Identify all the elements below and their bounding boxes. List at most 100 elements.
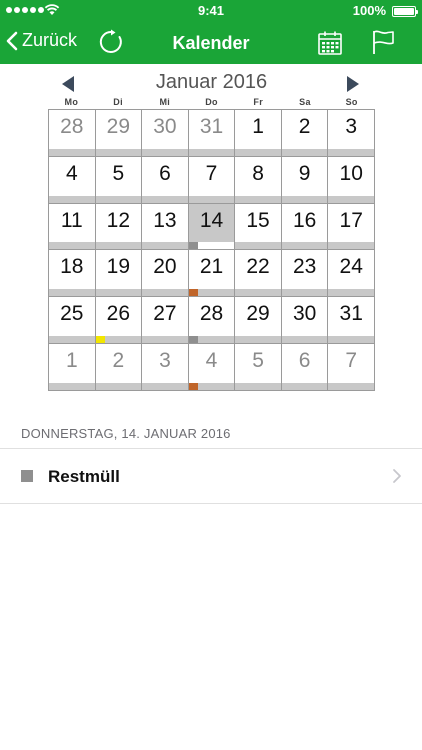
weekday-header-row: Mo Di Mi Do Fr Sa So xyxy=(48,97,375,109)
calendar-icon[interactable] xyxy=(317,30,343,56)
calendar-day-cell[interactable]: 28 xyxy=(49,110,95,156)
day-event-bar xyxy=(142,148,188,156)
battery-icon xyxy=(392,6,418,17)
calendar-day-cell[interactable]: 26 xyxy=(95,297,142,344)
day-number: 12 xyxy=(106,208,131,232)
battery-percent: 100% xyxy=(352,3,386,18)
day-event-bar xyxy=(95,289,142,297)
calendar-day-cell[interactable]: 22 xyxy=(235,250,281,297)
collection-marker xyxy=(188,382,198,390)
day-number: 16 xyxy=(292,208,317,232)
weekday-label: Mo xyxy=(64,97,79,107)
day-event-bar xyxy=(142,382,188,390)
calendar-day-cell[interactable]: 27 xyxy=(142,297,188,344)
top-bar: 9:41 100% Zurück Kalender xyxy=(0,0,422,64)
calendar-day-cell[interactable]: 3 xyxy=(142,344,188,390)
calendar-day-cell[interactable]: 2 xyxy=(281,110,328,156)
day-number: 3 xyxy=(345,115,358,138)
event-row[interactable]: Restmüll xyxy=(0,449,422,503)
day-number: 10 xyxy=(339,161,363,185)
calendar-day-cell[interactable]: 18 xyxy=(49,250,95,297)
day-event-bar xyxy=(49,242,95,250)
calendar-day-cell[interactable]: 2 xyxy=(95,344,142,390)
calendar-day-cell[interactable]: 3 xyxy=(328,110,374,156)
day-event-bar xyxy=(142,289,188,297)
calendar-day-cell[interactable]: 4 xyxy=(188,344,235,390)
calendar-day-cell[interactable]: 15 xyxy=(235,203,281,250)
day-event-bar xyxy=(281,148,328,156)
event-label: Restmüll xyxy=(48,467,120,486)
calendar-day-cell[interactable]: 12 xyxy=(95,203,142,250)
calendar-day-cell[interactable]: 8 xyxy=(235,156,281,203)
event-color-swatch xyxy=(21,470,33,482)
day-number: 20 xyxy=(153,255,177,279)
refresh-icon[interactable] xyxy=(98,29,124,55)
day-event-bar xyxy=(328,242,374,250)
calendar-day-cell[interactable]: 29 xyxy=(95,110,142,156)
calendar-day-cell-selected[interactable]: 14 xyxy=(188,203,235,250)
calendar-day-cell[interactable]: 11 xyxy=(49,203,95,250)
weekday-label: Mi xyxy=(159,97,171,107)
calendar-day-cell[interactable]: 7 xyxy=(188,156,235,203)
next-month-arrow-icon[interactable] xyxy=(347,76,359,92)
calendar-day-cell[interactable]: 10 xyxy=(328,156,374,203)
day-number: 7 xyxy=(205,161,218,185)
day-event-bar xyxy=(328,336,374,344)
day-event-bar xyxy=(281,336,328,344)
day-event-bar xyxy=(49,195,95,203)
day-number: 24 xyxy=(339,255,363,279)
day-event-bar xyxy=(235,289,281,297)
calendar-day-cell[interactable]: 20 xyxy=(142,250,188,297)
calendar-day-cell[interactable]: 4 xyxy=(49,156,95,203)
day-number: 5 xyxy=(252,349,264,373)
calendar-day-cell[interactable]: 29 xyxy=(235,297,281,344)
calendar-day-cell[interactable]: 5 xyxy=(235,344,281,390)
calendar-day-cell[interactable]: 17 xyxy=(328,203,374,250)
day-number: 28 xyxy=(199,302,224,326)
day-number: 13 xyxy=(153,208,177,232)
calendar-day-cell[interactable]: 31 xyxy=(328,297,374,344)
day-event-bar xyxy=(281,289,328,297)
day-number: 29 xyxy=(106,115,131,138)
month-header: Januar 2016 xyxy=(48,70,375,96)
calendar-day-cell[interactable]: 30 xyxy=(281,297,328,344)
status-bar: 9:41 100% xyxy=(0,0,422,22)
calendar-day-cell[interactable]: 19 xyxy=(95,250,142,297)
divider xyxy=(0,503,422,504)
calendar-day-cell[interactable]: 1 xyxy=(49,344,95,390)
weekday-label: Di xyxy=(113,97,123,107)
day-event-bar xyxy=(235,242,281,250)
day-number: 7 xyxy=(345,349,358,373)
day-number: 30 xyxy=(292,302,317,326)
calendar-day-cell[interactable]: 16 xyxy=(281,203,328,250)
day-number: 31 xyxy=(199,115,224,138)
day-event-bar xyxy=(49,148,95,156)
day-number: 14 xyxy=(199,208,224,232)
calendar-day-cell[interactable]: 30 xyxy=(142,110,188,156)
day-event-bar xyxy=(328,195,374,203)
day-number: 27 xyxy=(153,302,177,326)
day-event-bar xyxy=(235,382,281,390)
day-number: 1 xyxy=(65,349,78,373)
collection-marker xyxy=(188,289,198,297)
calendar-day-cell[interactable]: 9 xyxy=(281,156,328,203)
day-number: 5 xyxy=(112,161,125,185)
calendar-day-cell[interactable]: 6 xyxy=(281,344,328,390)
calendar-day-cell[interactable]: 21 xyxy=(188,250,235,297)
calendar-day-cell[interactable]: 25 xyxy=(49,297,95,344)
day-number: 3 xyxy=(159,349,171,373)
calendar-day-cell[interactable]: 6 xyxy=(142,156,188,203)
calendar-day-cell[interactable]: 28 xyxy=(188,297,235,344)
day-number: 29 xyxy=(246,302,270,326)
day-number: 2 xyxy=(298,115,311,138)
day-event-bar xyxy=(281,195,328,203)
flag-icon[interactable] xyxy=(370,29,396,55)
calendar-day-cell[interactable]: 5 xyxy=(95,156,142,203)
calendar-day-cell[interactable]: 24 xyxy=(328,250,374,297)
back-button[interactable]: Zurück xyxy=(6,30,77,51)
calendar-day-cell[interactable]: 31 xyxy=(188,110,235,156)
calendar-day-cell[interactable]: 13 xyxy=(142,203,188,250)
calendar-day-cell[interactable]: 23 xyxy=(281,250,328,297)
calendar-day-cell[interactable]: 7 xyxy=(328,344,374,390)
calendar-day-cell[interactable]: 1 xyxy=(235,110,281,156)
